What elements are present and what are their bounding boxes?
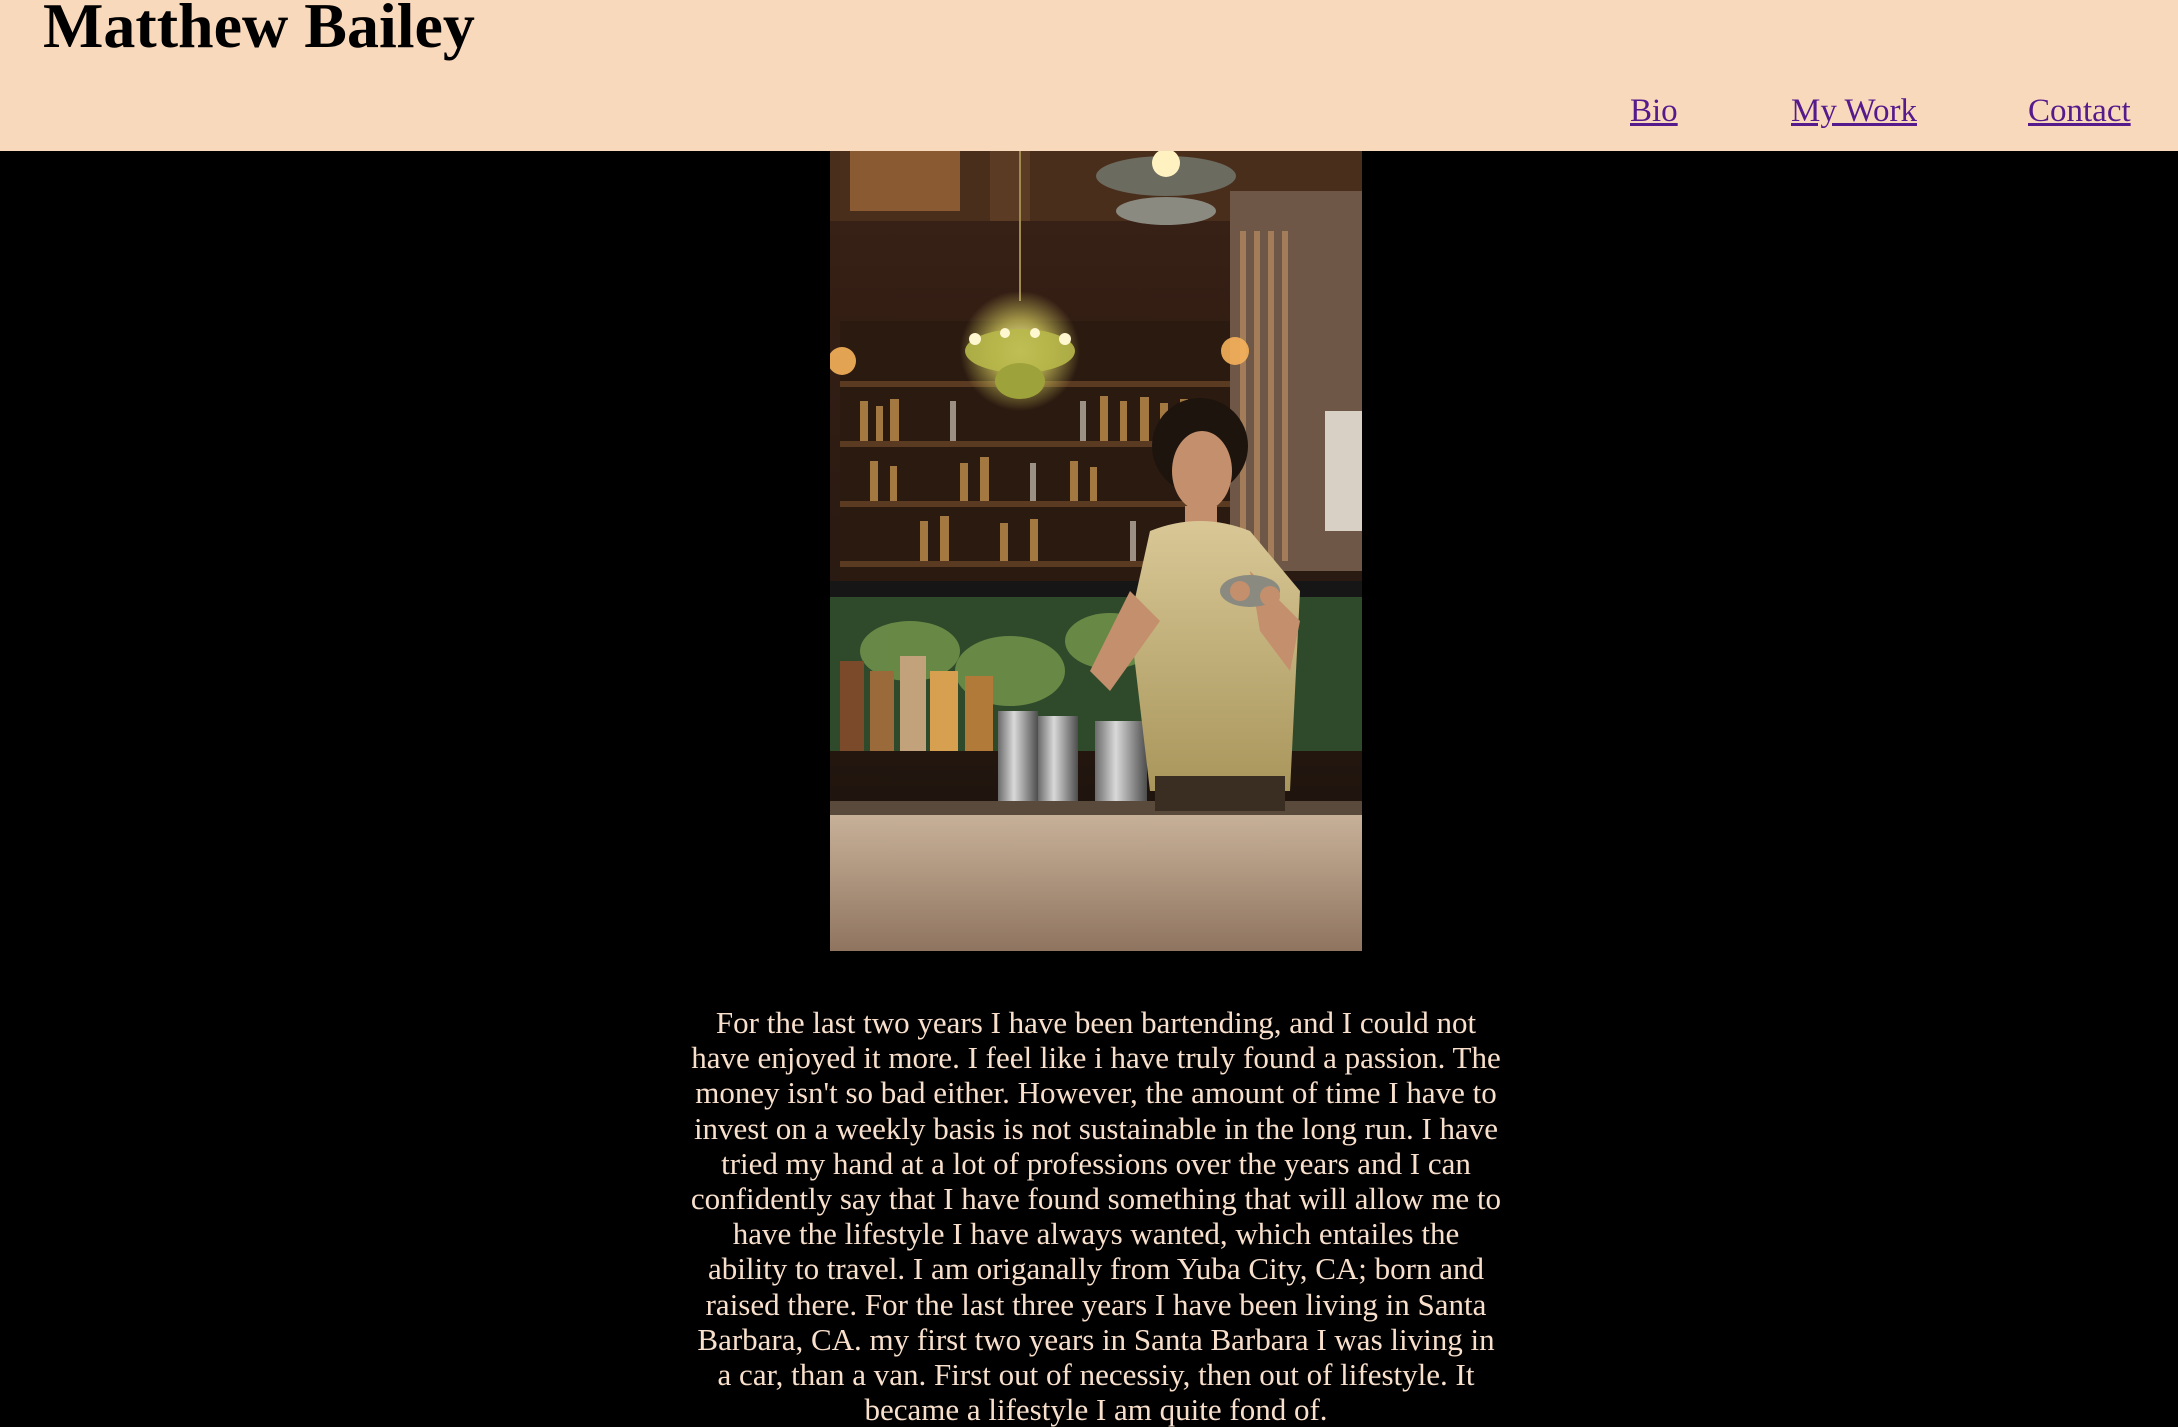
nav-link-bio[interactable]: Bio (1630, 89, 1678, 133)
nav-link-contact[interactable]: Contact (2028, 89, 2131, 133)
site-header: Matthew Bailey Bio My Work Contact (0, 0, 2178, 151)
bio-paragraph: For the last two years I have been barte… (690, 1005, 1502, 1427)
main-nav: Bio My Work Contact (0, 89, 2178, 133)
nav-link-my-work[interactable]: My Work (1791, 89, 1917, 133)
site-title: Matthew Bailey (43, 0, 475, 61)
bartender-photo (830, 151, 1362, 951)
